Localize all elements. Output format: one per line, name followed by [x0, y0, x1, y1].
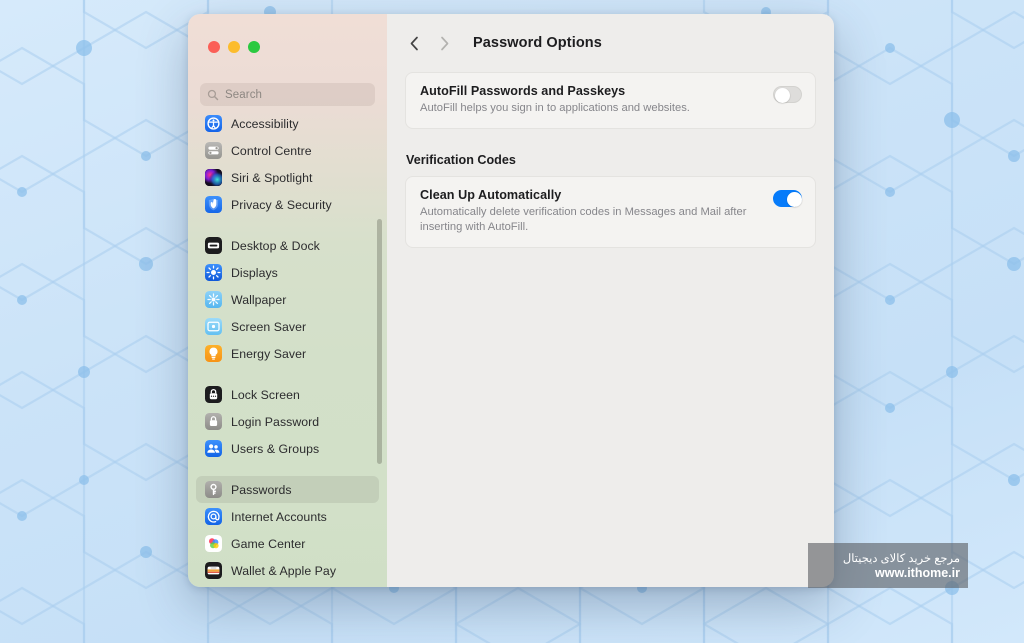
forward-button[interactable] [431, 30, 457, 56]
sidebar-item-label: Internet Accounts [231, 509, 327, 524]
sidebar-item-label: Users & Groups [231, 441, 320, 456]
watermark: مرجع خرید کالای دیجیتال www.ithome.ir [808, 543, 968, 588]
sidebar-item-label: Desktop & Dock [231, 238, 320, 253]
login-password-icon [205, 413, 222, 430]
wallpaper-icon [205, 291, 222, 308]
zoom-button[interactable] [248, 41, 260, 53]
displays-icon [205, 264, 222, 281]
sidebar-item-label: Screen Saver [231, 319, 307, 334]
sidebar-item-desktop-dock[interactable]: Desktop & Dock [196, 232, 379, 259]
autofill-subtitle: AutoFill helps you sign in to applicatio… [420, 102, 690, 114]
clean-up-subtitle: Automatically delete verification codes … [420, 205, 747, 233]
sidebar-item-passwords[interactable]: Passwords [196, 476, 379, 503]
sidebar-item-lock-screen[interactable]: Lock Screen [196, 381, 379, 408]
desktop-dock-icon [205, 237, 222, 254]
autofill-title: AutoFill Passwords and Passkeys [420, 84, 626, 98]
sidebar-item-label: Wallpaper [231, 292, 287, 307]
settings-list: AutoFill Passwords and Passkeys AutoFill… [387, 72, 834, 248]
toggle-knob [787, 191, 802, 207]
privacy-security-icon [205, 196, 222, 213]
sidebar-list[interactable]: Accessibility Control Centre Siri & Spotli… [188, 110, 387, 587]
users-groups-icon [205, 440, 222, 457]
watermark-url: www.ithome.ir [875, 566, 960, 580]
sidebar-item-label: Passwords [231, 482, 292, 497]
sidebar-item-label: Energy Saver [231, 346, 307, 361]
control-centre-icon [205, 142, 222, 159]
wallet-apple-pay-icon [205, 562, 222, 579]
chevron-left-icon [410, 36, 418, 50]
autofill-row[interactable]: AutoFill Passwords and Passkeys AutoFill… [405, 72, 816, 129]
search-input[interactable]: Search [200, 83, 375, 106]
minimize-button[interactable] [228, 41, 240, 53]
energy-saver-icon [205, 345, 222, 362]
system-settings-window: Search Accessibility Control Centre Siri &… [188, 14, 834, 587]
page-title: Password Options [473, 35, 602, 51]
content-pane: Password Options AutoFill Passwords and … [387, 14, 834, 587]
clean-up-title: Clean Up Automatically [420, 187, 562, 202]
passwords-icon [205, 481, 222, 498]
sidebar-item-wallpaper[interactable]: Wallpaper [196, 286, 379, 313]
clean-up-toggle[interactable] [773, 189, 802, 207]
chevron-right-icon [440, 36, 448, 50]
sidebar-item-label: Game Center [231, 536, 306, 551]
close-button[interactable] [208, 41, 220, 53]
screen: Search Accessibility Control Centre Siri &… [0, 0, 1024, 643]
watermark-tagline: مرجع خرید کالای دیجیتال [842, 553, 960, 565]
lock-screen-icon [205, 386, 222, 403]
search-icon [207, 89, 219, 100]
clean-up-row[interactable]: Clean Up Automatically Automatically del… [405, 175, 816, 248]
screen-saver-icon [205, 318, 222, 335]
sidebar-item-label: Displays [231, 265, 278, 280]
sidebar-item-energy-saver[interactable]: Energy Saver [196, 340, 379, 367]
sidebar-item-game-center[interactable]: Game Center [196, 530, 379, 557]
game-center-icon [205, 535, 222, 552]
sidebar-item-displays[interactable]: Displays [196, 259, 379, 286]
sidebar-item-privacy-security[interactable]: Privacy & Security [196, 191, 379, 218]
sidebar: Search Accessibility Control Centre Siri &… [188, 14, 387, 587]
internet-accounts-icon [205, 508, 222, 525]
sidebar-item-internet-accounts[interactable]: Internet Accounts [196, 503, 379, 530]
toggle-knob [775, 88, 790, 103]
back-button[interactable] [401, 30, 427, 56]
sidebar-item-label: Wallet & Apple Pay [231, 563, 337, 578]
sidebar-item-label: Lock Screen [231, 387, 300, 402]
sidebar-item-control-centre[interactable]: Control Centre [196, 137, 379, 164]
accessibility-icon [205, 115, 222, 132]
sidebar-item-label: Siri & Spotlight [231, 170, 313, 185]
sidebar-item-label: Login Password [231, 414, 320, 429]
siri-icon [205, 169, 222, 186]
sidebar-item-siri-spotlight[interactable]: Siri & Spotlight [196, 164, 379, 191]
sidebar-item-users-groups[interactable]: Users & Groups [196, 435, 379, 462]
sidebar-item-login-password[interactable]: Login Password [196, 408, 379, 435]
sidebar-item-label: Privacy & Security [231, 197, 332, 212]
sidebar-item-wallet-apple-pay[interactable]: Wallet & Apple Pay [196, 557, 379, 584]
sidebar-item-label: Control Centre [231, 143, 312, 158]
sidebar-item-accessibility[interactable]: Accessibility [196, 110, 379, 137]
toolbar: Password Options [387, 14, 834, 72]
window-controls[interactable] [208, 41, 260, 53]
autofill-toggle[interactable] [773, 86, 802, 103]
sidebar-scrollbar[interactable] [377, 219, 382, 464]
sidebar-item-label: Accessibility [231, 116, 299, 131]
sidebar-item-screen-saver[interactable]: Screen Saver [196, 313, 379, 340]
verification-codes-heading: Verification Codes [406, 152, 516, 167]
search-placeholder: Search [225, 88, 263, 101]
